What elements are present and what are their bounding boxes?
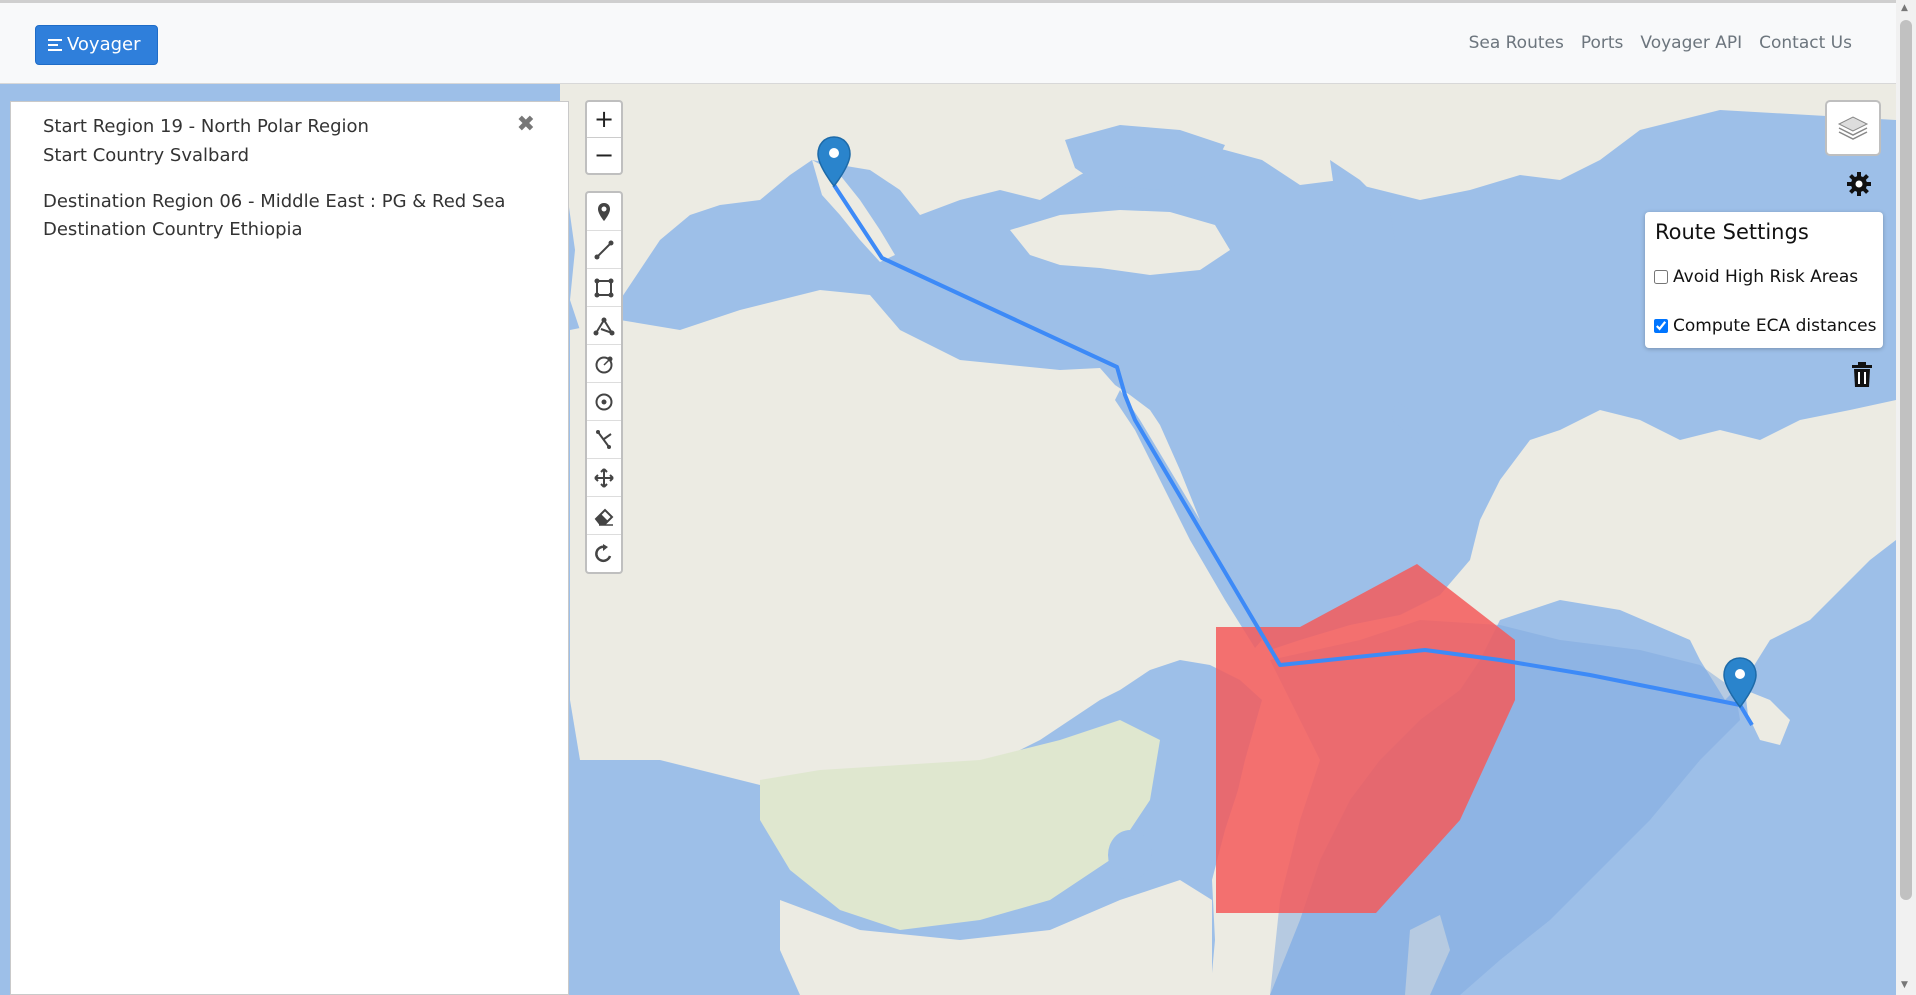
zoom-out-button[interactable]: − (587, 137, 621, 173)
layers-control-button[interactable] (1825, 100, 1881, 156)
nav-links: Sea Routes Ports Voyager API Contact Us (1469, 33, 1852, 53)
zoom-in-button[interactable]: + (587, 102, 621, 137)
nav-link-voyager-api[interactable]: Voyager API (1640, 33, 1742, 53)
nav-link-sea-routes[interactable]: Sea Routes (1469, 33, 1564, 53)
cut-icon (596, 429, 612, 449)
destination-region-text: Destination Region 06 - Middle East : PG… (43, 191, 506, 212)
avoid-high-risk-option[interactable]: Avoid High Risk Areas (1654, 267, 1858, 287)
close-icon[interactable]: ✖ (517, 114, 535, 136)
route-settings-panel: Route Settings Avoid High Risk Areas Com… (1645, 212, 1883, 348)
menu-icon (48, 36, 62, 54)
page-scrollbar[interactable]: ▲ ▼ (1896, 0, 1916, 995)
compute-eca-checkbox[interactable] (1654, 319, 1668, 333)
draw-polygon-button[interactable] (587, 306, 621, 344)
brand-label: Voyager (67, 34, 141, 55)
scrollbar-thumb[interactable] (1900, 20, 1912, 900)
top-navbar: Voyager Sea Routes Ports Voyager API Con… (0, 0, 1896, 84)
gear-icon[interactable] (1846, 171, 1872, 197)
avoid-high-risk-checkbox[interactable] (1654, 270, 1668, 284)
eraser-icon (594, 508, 614, 526)
zoom-control: + − (585, 100, 623, 175)
draw-toolbar (585, 191, 623, 574)
destination-country-text: Destination Country Ethiopia (43, 219, 303, 240)
draw-circle-marker-button[interactable] (587, 382, 621, 420)
layers-icon (1837, 116, 1869, 140)
start-pin-icon[interactable] (817, 136, 851, 188)
voyager-brand-button[interactable]: Voyager (35, 25, 158, 65)
draw-rectangle-button[interactable] (587, 268, 621, 306)
circle-icon (595, 356, 613, 373)
route-settings-title: Route Settings (1655, 220, 1809, 244)
start-country-text: Start Country Svalbard (43, 145, 249, 166)
nav-link-contact-us[interactable]: Contact Us (1759, 33, 1852, 53)
avoid-high-risk-label: Avoid High Risk Areas (1673, 267, 1859, 287)
polygon-icon (593, 317, 615, 335)
move-icon (594, 467, 614, 488)
destination-pin-icon[interactable] (1723, 657, 1757, 709)
scroll-up-icon[interactable]: ▲ (1901, 3, 1908, 13)
trash-icon[interactable] (1851, 362, 1873, 388)
rotate-mode-button[interactable] (587, 534, 621, 572)
polyline-icon (594, 240, 614, 259)
rectangle-icon (594, 278, 614, 297)
cut-polygon-button[interactable] (587, 420, 621, 458)
route-info-panel: ✖ Start Region 19 - North Polar Region S… (10, 101, 569, 995)
rotate-icon (595, 543, 612, 562)
scroll-down-icon[interactable]: ▼ (1901, 980, 1908, 990)
compute-eca-label: Compute ECA distances (1673, 316, 1877, 336)
draw-circle-button[interactable] (587, 344, 621, 382)
circle-marker-icon (595, 393, 613, 410)
draw-marker-button[interactable] (587, 193, 621, 230)
marker-icon (598, 202, 610, 221)
start-region-text: Start Region 19 - North Polar Region (43, 116, 369, 137)
remove-mode-button[interactable] (587, 496, 621, 534)
draw-polyline-button[interactable] (587, 230, 621, 268)
nav-link-ports[interactable]: Ports (1581, 33, 1624, 53)
compute-eca-option[interactable]: Compute ECA distances (1654, 316, 1876, 336)
drag-mode-button[interactable] (587, 458, 621, 496)
